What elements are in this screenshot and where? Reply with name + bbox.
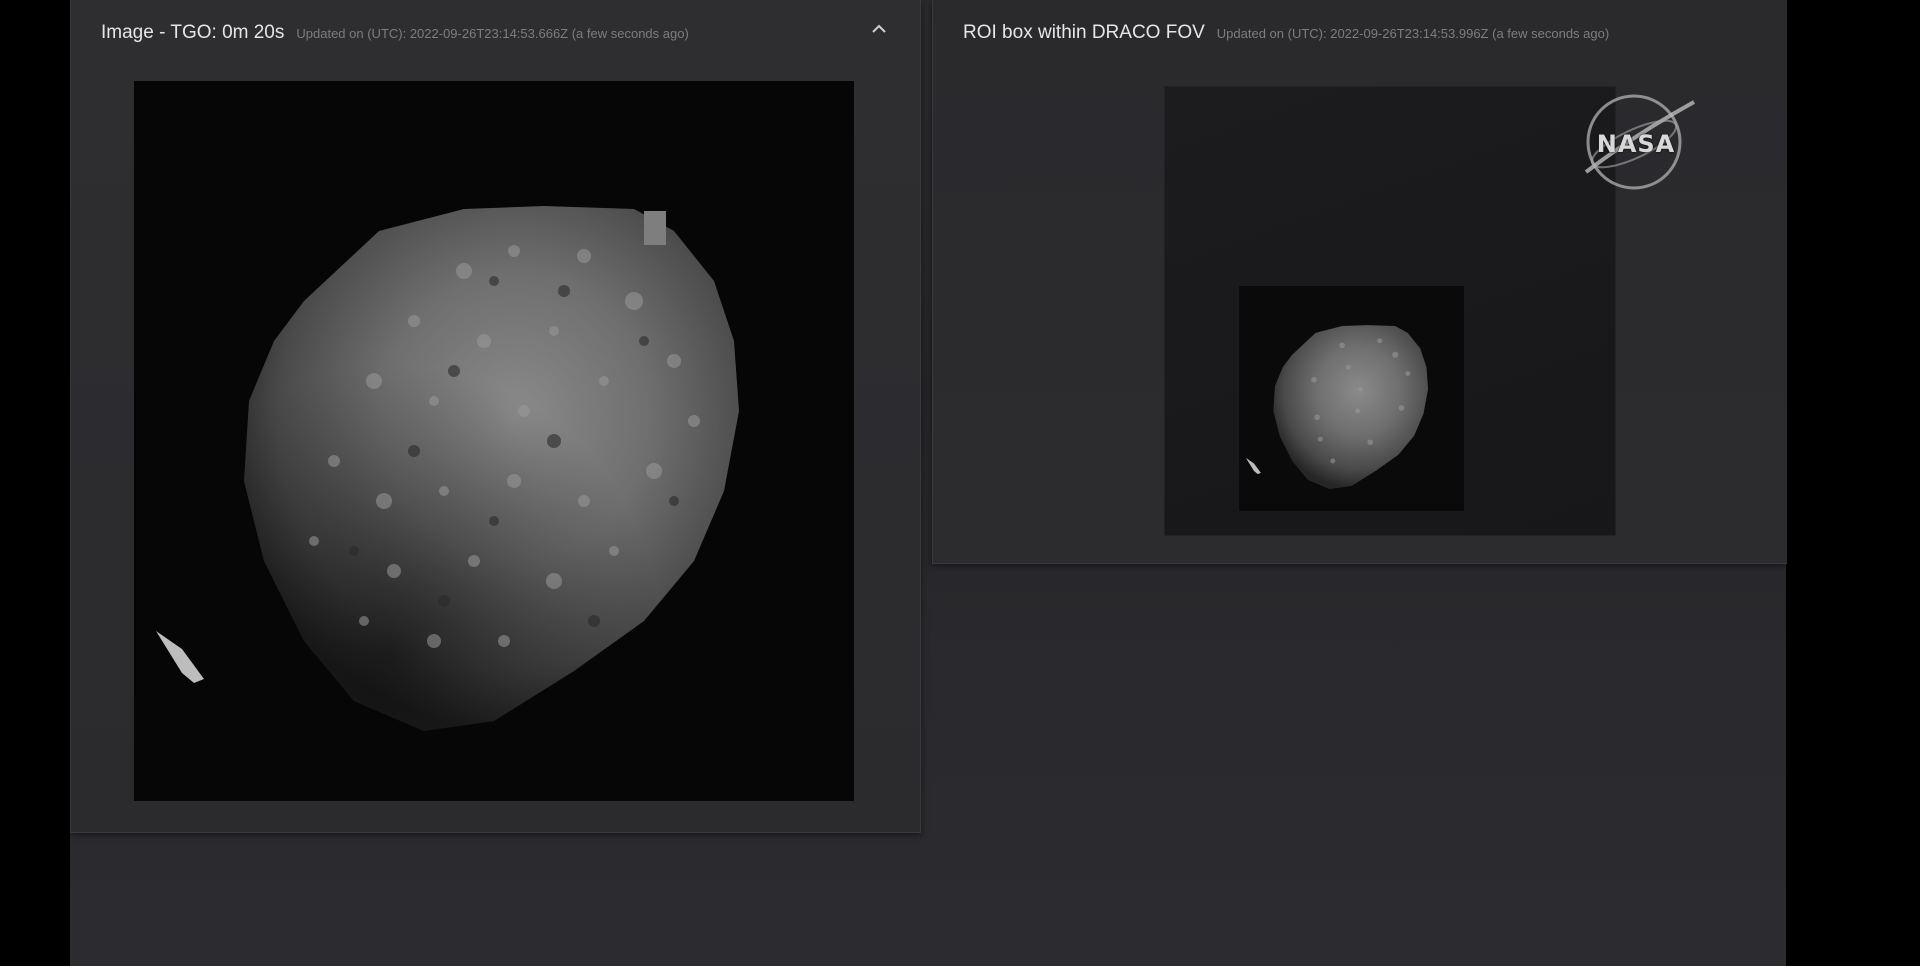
roi-panel-title: ROI box within DRACO FOV: [963, 22, 1205, 43]
asteroid-image-small: [1239, 286, 1464, 511]
letterbox-left: [0, 0, 70, 966]
roi-panel-updated: Updated on (UTC): 2022-09-26T23:14:53.99…: [1216, 26, 1610, 41]
letterbox-right: [1786, 0, 1920, 966]
image-panel-header: Image - TGO: 0m 20s Updated on (UTC): 20…: [101, 22, 890, 48]
chevron-up-icon[interactable]: [868, 18, 890, 40]
image-panel-title: Image - TGO: 0m 20s: [101, 22, 285, 43]
roi-panel-header: ROI box within DRACO FOV Updated on (UTC…: [963, 22, 1757, 48]
image-panel-updated: Updated on (UTC): 2022-09-26T23:14:53.66…: [296, 26, 689, 41]
nasa-logo: NASA: [1576, 94, 1696, 194]
asteroid-image-main: [134, 81, 854, 801]
draco-fov-frame: [1164, 86, 1616, 536]
roi-box: [1239, 286, 1464, 511]
asteroid-image: [134, 81, 854, 801]
roi-panel: ROI box within DRACO FOV Updated on (UTC…: [932, 0, 1787, 564]
image-panel: Image - TGO: 0m 20s Updated on (UTC): 20…: [70, 0, 921, 833]
